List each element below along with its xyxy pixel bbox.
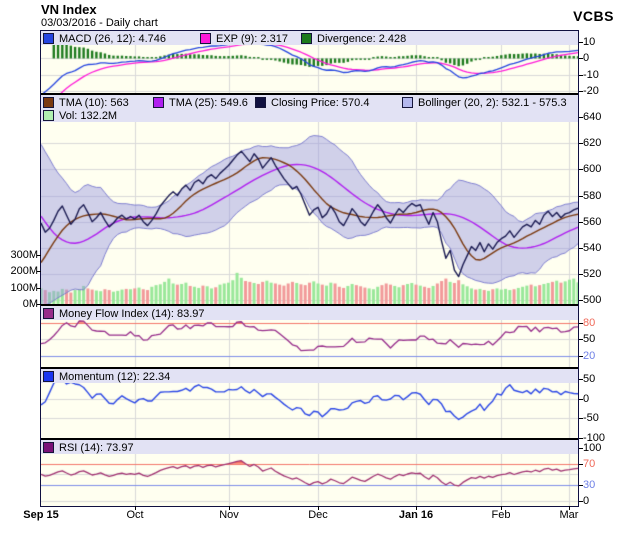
legend-item: TMA (25): 549.6 [153, 96, 248, 109]
y-axis-label: 10 [583, 36, 596, 48]
legend-swatch-icon [43, 442, 54, 453]
legend-label: TMA (10): 563 [59, 96, 129, 109]
legend-swatch-icon [43, 97, 54, 108]
x-axis-label: Jan 16 [398, 509, 434, 521]
legend-swatch-icon [153, 97, 164, 108]
panel-mfi: Money Flow Index (14): 83.97 [41, 306, 578, 367]
legend-item: EXP (9): 2.317 [200, 32, 288, 45]
y-axis-label: 30 [583, 479, 596, 491]
legend-swatch-icon [43, 33, 54, 44]
x-axis-label: Feb [491, 509, 511, 521]
legend-item: Bollinger (20, 2): 532.1 - 575.3 [402, 96, 567, 109]
legend-item: Closing Price: 570.4 [255, 96, 369, 109]
legend-label: Bollinger (20, 2): 532.1 - 575.3 [418, 96, 567, 109]
chart-frame: MACD (26, 12): 4.746 EXP (9): 2.317 Diverg… [40, 30, 579, 507]
legend-label: Divergence: 2.428 [317, 32, 407, 45]
legend-swatch-icon [43, 110, 54, 121]
x-axis-label: Mar [559, 509, 579, 521]
x-axis-label: Sep 15 [23, 509, 59, 521]
volume-axis-label: 100M [10, 282, 38, 294]
legend-label: Closing Price: 570.4 [271, 96, 370, 109]
legend-label: Money Flow Index (14): 83.97 [59, 307, 205, 320]
panel-rsi: RSI (14): 73.97 [41, 440, 578, 506]
price-canvas [41, 95, 578, 304]
brand-logo: VCBS [573, 8, 614, 24]
page-title: VN Index [41, 2, 97, 17]
legend-label: Vol: 132.2M [59, 109, 118, 122]
y-axis-label: 500 [583, 294, 602, 306]
chart-window: VN Index 03/03/2016 - Daily chart VCBS M… [0, 0, 620, 535]
y-axis-label: -10 [583, 69, 599, 81]
legend-swatch-icon [402, 97, 413, 108]
legend-item: MACD (26, 12): 4.746 [43, 32, 166, 45]
legend-swatch-icon [43, 308, 54, 319]
price-legend: TMA (10): 563 TMA (25): 549.6 Closing Pric… [41, 95, 578, 122]
mfi-legend: Money Flow Index (14): 83.97 [41, 306, 578, 320]
y-axis-label: 0 [583, 495, 590, 507]
panel-price: TMA (10): 563 TMA (25): 549.6 Closing Pric… [41, 95, 578, 304]
y-axis-label: 620 [583, 137, 602, 149]
rsi-legend: RSI (14): 73.97 [41, 440, 578, 454]
macd-legend: MACD (26, 12): 4.746 EXP (9): 2.317 Diverg… [41, 31, 578, 45]
legend-item: RSI (14): 73.97 [43, 441, 134, 454]
x-axis-label: Dec [308, 509, 328, 521]
y-axis-label: 50 [583, 373, 596, 385]
legend-label: TMA (25): 549.6 [169, 96, 248, 109]
y-axis-label: -20 [583, 85, 599, 97]
momentum-legend: Momentum (12): 22.34 [41, 369, 578, 383]
y-axis-label: 100 [583, 442, 602, 454]
legend-label: RSI (14): 73.97 [59, 441, 134, 454]
y-axis-label: -50 [583, 412, 599, 424]
y-axis-label: 80 [583, 317, 596, 329]
y-axis-label: 0 [583, 393, 590, 405]
legend-item: Vol: 132.2M [43, 109, 117, 122]
y-axis-label: 600 [583, 163, 602, 175]
panel-macd: MACD (26, 12): 4.746 EXP (9): 2.317 Diverg… [41, 31, 578, 93]
legend-item: Momentum (12): 22.34 [43, 370, 170, 383]
legend-item: TMA (10): 563 [43, 96, 129, 109]
chart-date-label: 03/03/2016 - Daily chart [41, 17, 158, 29]
panel-momentum: Momentum (12): 22.34 [41, 369, 578, 438]
volume-axis-label: 0M [22, 298, 38, 310]
volume-axis-label: 200M [10, 265, 38, 277]
y-axis-label: 0 [583, 52, 590, 64]
y-axis-label: 640 [583, 111, 602, 123]
legend-label: Momentum (12): 22.34 [59, 370, 171, 383]
y-axis-label: 520 [583, 268, 602, 280]
y-axis-label: 70 [583, 458, 596, 470]
legend-swatch-icon [43, 371, 54, 382]
y-axis-label: 580 [583, 190, 602, 202]
legend-item: Money Flow Index (14): 83.97 [43, 307, 205, 320]
y-axis-label: 50 [583, 333, 596, 345]
x-axis-label: Oct [126, 509, 144, 521]
legend-swatch-icon [200, 33, 211, 44]
volume-axis-label: 300M [10, 249, 38, 261]
legend-item: Divergence: 2.428 [301, 32, 406, 45]
legend-swatch-icon [301, 33, 312, 44]
legend-swatch-icon [255, 97, 266, 108]
y-axis-label: 540 [583, 242, 602, 254]
x-axis-label: Nov [219, 509, 239, 521]
legend-label: EXP (9): 2.317 [216, 32, 288, 45]
legend-label: MACD (26, 12): 4.746 [59, 32, 166, 45]
y-axis-label: 560 [583, 216, 602, 228]
y-axis-label: 20 [583, 350, 596, 362]
